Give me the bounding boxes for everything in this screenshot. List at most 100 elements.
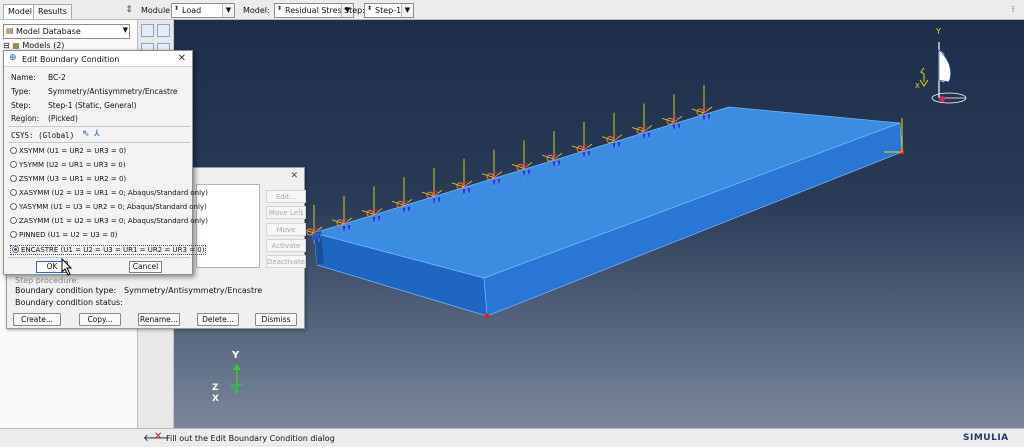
prompt-message: Fill out the Edit Boundary Condition dia… [166, 434, 335, 443]
radio-option[interactable]: ENCASTRE (U1 = U2 = U3 = UR1 = UR2 = UR3… [10, 245, 207, 255]
radio-option-label: XSYMM (U1 = UR2 = UR3 = 0) [19, 147, 127, 155]
cancel-button[interactable]: Cancel [129, 261, 162, 273]
radio-button[interactable] [10, 175, 17, 182]
models-icon: ▦ [12, 41, 20, 50]
pin-icon[interactable]: ⇕ [122, 3, 136, 17]
create-csys-icon[interactable]: ⅄ [94, 129, 100, 139]
triad-z-label: Z [212, 383, 219, 393]
radio-button[interactable] [10, 189, 17, 196]
mouse-cursor-icon [61, 258, 73, 276]
chevron-down-icon[interactable]: ▼ [401, 4, 413, 17]
radio-option[interactable]: ZSYMM (U3 = UR1 = UR2 = 0) [10, 175, 126, 183]
region-value: (Picked) [48, 114, 78, 123]
bc-dialog-icon: ⊕ [9, 53, 17, 63]
radio-option-label: YSYMM (U2 = UR1 = UR3 = 0) [19, 161, 126, 169]
model-database-value: Model Database [16, 27, 81, 36]
chevron-down-icon[interactable]: ▼ [123, 26, 128, 34]
radio-button[interactable] [10, 203, 17, 210]
edit-button[interactable]: Edit... [266, 190, 306, 203]
radio-option-label: XASYMM (U2 = U3 = UR1 = 0; Abaqus/Standa… [19, 189, 208, 197]
dialog-title: Edit Boundary Condition [22, 55, 120, 64]
activate-button[interactable]: Activate [266, 239, 306, 252]
bc-type-value: Symmetry/Antisymmetry/Encastre [124, 286, 263, 295]
spin-icon: ⬍ [174, 5, 180, 12]
close-icon[interactable]: ✕ [178, 53, 186, 64]
separator [8, 126, 190, 127]
top-toolbar: Model Results ⇕ Module: ⬍ Load ▼ Model: … [0, 0, 1024, 20]
help-icon[interactable]: ⁝ [1006, 3, 1020, 17]
spin-icon: ⬍ [367, 5, 373, 12]
deactivate-button[interactable]: Deactivate [266, 255, 306, 268]
radio-option[interactable]: XASYMM (U2 = U3 = UR1 = 0; Abaqus/Standa… [10, 189, 208, 197]
status-bar: 🡐 ✕ Fill out the Edit Boundary Condition… [0, 428, 1024, 447]
bc-manager-icon[interactable] [157, 24, 170, 37]
name-label: Name: [11, 73, 36, 82]
tree-root[interactable]: ⊟ ▦ Models (2) [3, 41, 64, 50]
move-left-button[interactable]: Move Left [266, 206, 306, 219]
delete-button[interactable]: Delete... [197, 313, 239, 326]
step-label: Step: [344, 6, 365, 15]
model-database-select[interactable]: ▤ Model Database ▼ [3, 24, 130, 39]
radio-option[interactable]: PINNED (U1 = U2 = U3 = 0) [10, 231, 117, 239]
radio-option[interactable]: XSYMM (U1 = UR2 = UR3 = 0) [10, 147, 126, 155]
model-label: Model: [243, 6, 270, 15]
separator [8, 142, 190, 143]
select-csys-icon[interactable]: ⇖ [82, 129, 90, 139]
module-select-value: Load [182, 6, 202, 15]
radio-option[interactable]: YASYMM (U1 = U3 = UR2 = 0; Abaqus/Standa… [10, 203, 207, 211]
type-label: Type: [11, 87, 31, 96]
step-procedure-label: Step procedure: [15, 276, 80, 285]
simulia-logo: SIMULIA [963, 433, 1009, 443]
radio-option-label: ZSYMM (U3 = UR1 = UR2 = 0) [19, 175, 127, 183]
module-label: Module: [141, 6, 173, 15]
rename-button[interactable]: Rename... [138, 313, 180, 326]
triad-x-label: X [212, 394, 219, 404]
close-icon[interactable]: ✕ [290, 171, 298, 181]
bc-status-label: Boundary condition status: [15, 298, 123, 307]
radio-option-label: YASYMM (U1 = U3 = UR2 = 0; Abaqus/Standa… [19, 203, 207, 211]
triad-y-top: Y [935, 27, 941, 36]
chevron-down-icon[interactable]: ▼ [222, 4, 234, 17]
cancel-procedure-icon[interactable]: ✕ [154, 431, 162, 442]
separator [8, 257, 190, 258]
radio-option-label: ENCASTRE (U1 = U2 = U3 = UR1 = UR2 = UR3… [21, 246, 205, 254]
radio-option-label: ZASYMM (U1 = U2 = UR3 = 0; Abaqus/Standa… [19, 217, 208, 225]
radio-option[interactable]: YSYMM (U2 = UR1 = UR3 = 0) [10, 161, 126, 169]
tab-model[interactable]: Model [3, 4, 38, 19]
triad-x-top: X [915, 82, 920, 90]
model-select[interactable]: ⬍ Residual Stress ▼ [274, 3, 354, 18]
module-select[interactable]: ⬍ Load ▼ [171, 3, 235, 18]
triad-y-label: Y [231, 350, 240, 361]
dialog-titlebar[interactable]: ⊕ Edit Boundary Condition ✕ [4, 51, 192, 67]
orientation-triad [230, 364, 243, 394]
load-manager-icon[interactable] [141, 24, 154, 37]
radio-button[interactable] [10, 147, 17, 154]
edit-boundary-condition-dialog: ⊕ Edit Boundary Condition ✕ Name: BC-2 T… [3, 50, 208, 275]
radio-option-label: PINNED (U1 = U2 = U3 = 0) [19, 231, 118, 239]
region-label: Region: [11, 114, 40, 123]
copy-button[interactable]: Copy... [79, 313, 121, 326]
bc-type-label: Boundary condition type: [15, 286, 117, 295]
dismiss-button[interactable]: Dismiss [255, 313, 297, 326]
radio-button[interactable] [10, 231, 17, 238]
spin-icon: ⬍ [277, 5, 283, 12]
type-value: Symmetry/Antisymmetry/Encastre [48, 87, 178, 96]
step-value: Step-1 (Static, General) [48, 101, 137, 110]
step-select[interactable]: ⬍ Step-1 ▼ [364, 3, 414, 18]
move-right-button[interactable]: Move Right [266, 223, 306, 246]
expand-icon[interactable]: ⊟ [3, 41, 10, 50]
step-label: Step: [11, 101, 31, 110]
radio-button[interactable] [10, 217, 17, 224]
tree-root-label: Models (2) [22, 41, 65, 50]
database-icon: ▤ [6, 26, 14, 35]
radio-button[interactable] [10, 161, 17, 168]
vertex-marker [484, 313, 490, 319]
create-button[interactable]: Create... [13, 313, 61, 326]
step-select-value: Step-1 [375, 6, 402, 15]
radio-option[interactable]: ZASYMM (U1 = U2 = UR3 = 0; Abaqus/Standa… [10, 217, 208, 225]
radio-button[interactable] [12, 246, 19, 253]
tab-results[interactable]: Results [33, 4, 72, 19]
csys-label: CSYS: (Global) [11, 131, 75, 140]
view-cube-triad[interactable] [919, 42, 967, 104]
name-value: BC-2 [48, 73, 66, 82]
